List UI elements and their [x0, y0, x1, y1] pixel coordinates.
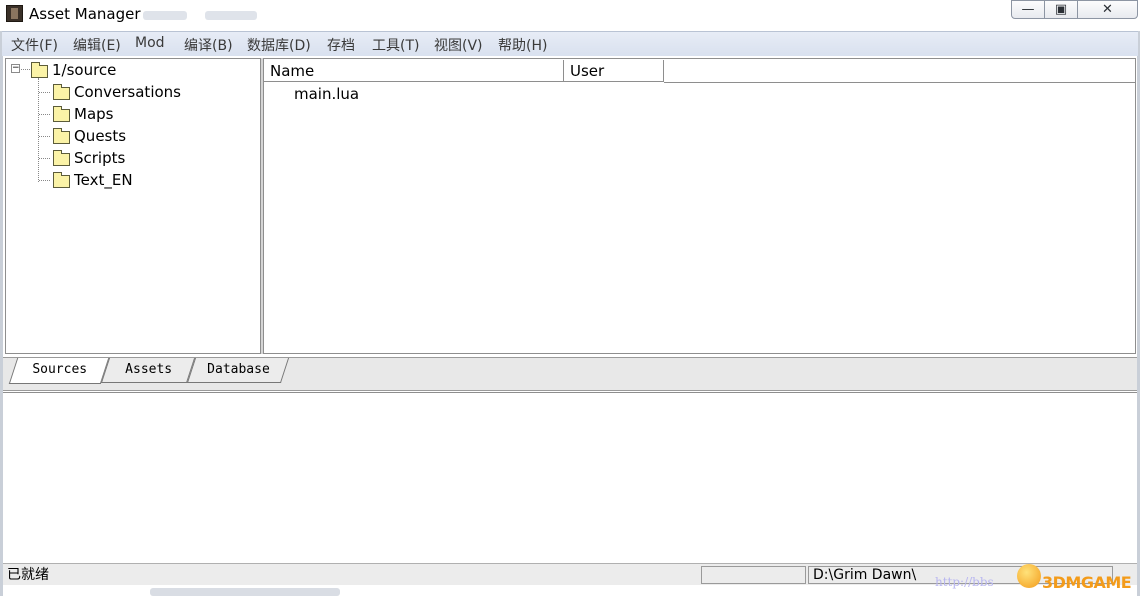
app-icon — [6, 5, 23, 22]
column-header-filler — [664, 60, 1135, 83]
tree-connector — [39, 136, 50, 137]
tab-strip: Sources Assets Database — [3, 357, 1137, 391]
tree-connector — [39, 158, 50, 159]
blurred-title-text — [205, 11, 257, 20]
tree-connector — [39, 92, 50, 93]
file-list-pane[interactable]: Name User main.lua — [263, 58, 1136, 354]
close-button[interactable]: ✕ — [1077, 0, 1138, 19]
tree-connector — [39, 114, 50, 115]
tab-label: Assets — [124, 362, 172, 377]
tree-item-conversations[interactable]: Conversations — [74, 83, 181, 101]
tree-item-root[interactable]: 1/source — [52, 61, 116, 79]
menu-edit[interactable]: 编辑(E) — [73, 35, 121, 55]
menu-bar: 文件(F) 编辑(E) Mod 编译(B) 数据库(D) 存档 工具(T) 视图… — [2, 31, 1138, 56]
status-text: 已就绪 — [7, 567, 49, 583]
folder-open-icon — [53, 150, 70, 166]
tree-collapse-icon[interactable]: − — [11, 64, 20, 73]
blurred-title-text — [143, 11, 187, 20]
tree-item-maps[interactable]: Maps — [74, 105, 113, 123]
menu-view[interactable]: 视图(V) — [434, 35, 483, 55]
column-header-user[interactable]: User — [564, 60, 664, 82]
minimize-button[interactable]: — — [1011, 0, 1045, 19]
menu-mod[interactable]: Mod — [135, 35, 165, 51]
minimize-icon: — — [1021, 2, 1035, 17]
maximize-icon: ▣ — [1054, 2, 1068, 17]
folder-icon — [31, 62, 48, 78]
menu-build[interactable]: 编译(B) — [184, 35, 233, 55]
watermark-logo: 3DMGAME — [1042, 573, 1132, 592]
folder-icon — [53, 84, 70, 100]
menu-tools[interactable]: 工具(T) — [372, 35, 419, 55]
tab-label: Database — [206, 362, 270, 377]
folder-icon — [53, 172, 70, 188]
list-item[interactable]: main.lua — [294, 85, 359, 103]
tab-database[interactable]: Database — [186, 358, 290, 383]
tree-connector — [38, 78, 39, 182]
tree-item-text-en[interactable]: Text_EN — [74, 171, 133, 189]
title-bar[interactable]: Asset Manager — ▣ ✕ — [0, 0, 1140, 30]
tree-item-scripts[interactable]: Scripts — [74, 149, 125, 167]
tab-assets[interactable]: Assets — [100, 358, 196, 383]
folder-icon — [53, 128, 70, 144]
column-header-name[interactable]: Name — [264, 60, 564, 82]
menu-database[interactable]: 数据库(D) — [247, 35, 311, 55]
menu-save[interactable]: 存档 — [327, 35, 355, 55]
status-path: D:\Grim Dawn\ — [813, 567, 917, 583]
folder-icon — [53, 106, 70, 122]
close-icon: ✕ — [1102, 2, 1113, 17]
menu-file[interactable]: 文件(F) — [11, 35, 58, 55]
tab-sources[interactable]: Sources — [8, 358, 110, 384]
window-title: Asset Manager — [29, 5, 141, 23]
tree-item-quests[interactable]: Quests — [74, 127, 126, 145]
watermark-logo-icon — [1017, 564, 1041, 588]
watermark-url: http://bbs — [935, 575, 994, 589]
menu-help[interactable]: 帮助(H) — [498, 35, 547, 55]
output-pane[interactable] — [3, 392, 1137, 562]
blurred-taskbar-text — [150, 588, 340, 596]
status-cell — [701, 566, 806, 584]
tree-connector — [39, 180, 50, 181]
tab-label: Sources — [31, 362, 87, 377]
maximize-button[interactable]: ▣ — [1044, 0, 1078, 19]
source-tree-pane[interactable] — [5, 58, 261, 354]
